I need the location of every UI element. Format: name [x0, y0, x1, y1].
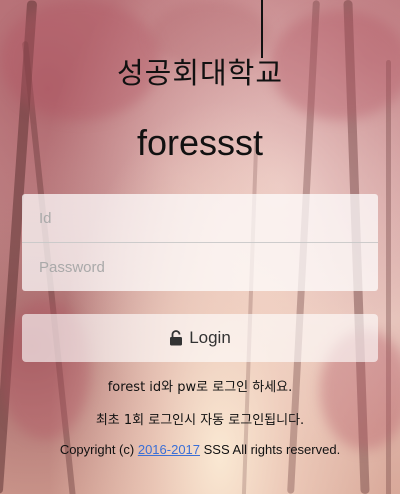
lock-open-icon [169, 330, 183, 346]
login-button[interactable]: Login [22, 314, 378, 362]
login-instruction-text: forest id와 pw로 로그인 하세요. [107, 380, 293, 395]
university-name: 성공회대학교 [116, 56, 284, 90]
id-input[interactable] [22, 194, 378, 242]
password-input[interactable] [22, 243, 378, 291]
copyright-prefix: Copyright (c) [59, 442, 138, 457]
auto-login-notice-text: 최초 1회 로그인시 자동 로그인됩니다. [95, 413, 305, 428]
login-form [22, 194, 378, 291]
years-link[interactable]: 2016-2017 [138, 442, 200, 457]
login-button-label: Login [189, 328, 231, 347]
page-title: foressst [136, 122, 264, 163]
copyright-suffix: SSS All rights reserved. [200, 442, 341, 457]
copyright-footer: Copyright (c) 2016-2017 SSS All rights r… [0, 442, 400, 457]
